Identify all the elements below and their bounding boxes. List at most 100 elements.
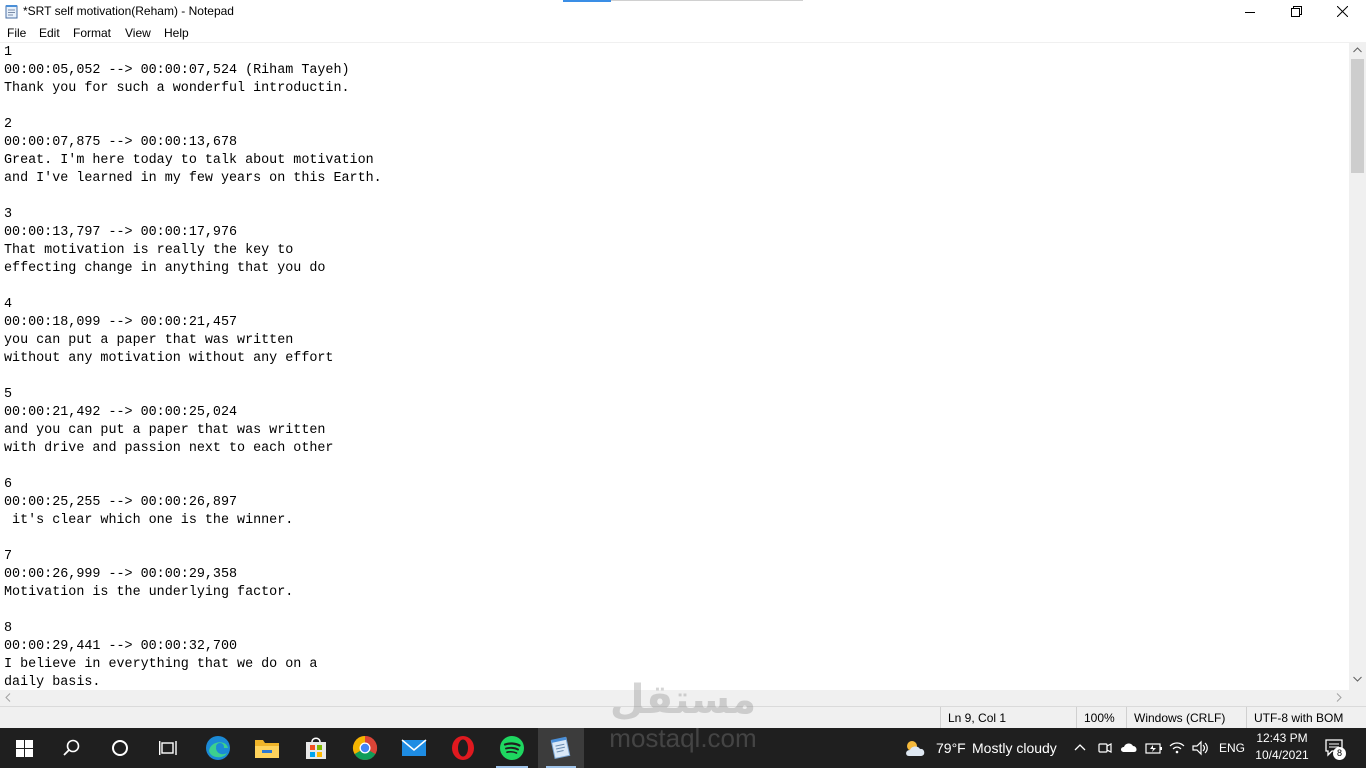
menu-edit[interactable]: Edit — [39, 23, 60, 40]
onedrive-icon[interactable] — [1120, 741, 1138, 753]
editor-line[interactable]: daily basis. — [4, 674, 382, 690]
meet-now-icon[interactable] — [1098, 740, 1112, 756]
scroll-left-arrow-icon[interactable] — [5, 693, 11, 702]
editor-line[interactable]: 00:00:18,099 --> 00:00:21,457 — [4, 314, 382, 332]
vertical-scrollbar[interactable] — [1349, 42, 1366, 690]
taskbar-edge[interactable] — [194, 728, 242, 768]
editor-content[interactable]: 1 00:00:05,052 --> 00:00:07,524 (Riham Ta… — [4, 44, 382, 690]
editor-line[interactable]: 00:00:21,492 --> 00:00:25,024 — [4, 404, 382, 422]
editor-line[interactable]: 3 — [4, 206, 382, 224]
editor-line[interactable]: it's clear which one is the winner. — [4, 512, 382, 530]
weather-cloudy-icon[interactable] — [903, 738, 927, 758]
editor-line[interactable]: 00:00:25,255 --> 00:00:26,897 — [4, 494, 382, 512]
menu-file[interactable]: File — [7, 23, 26, 40]
taskbar-store[interactable] — [292, 728, 340, 768]
editor-line[interactable] — [4, 602, 382, 620]
menu-format[interactable]: Format — [73, 23, 111, 40]
editor-line[interactable] — [4, 188, 382, 206]
scroll-up-arrow-icon[interactable] — [1353, 47, 1362, 53]
scroll-down-arrow-icon[interactable] — [1353, 676, 1362, 682]
notification-count-badge: 8 — [1333, 747, 1346, 760]
clock[interactable]: 12:43 PM 10/4/2021 — [1252, 730, 1312, 764]
taskbar-chrome[interactable] — [341, 728, 389, 768]
task-view-icon — [159, 741, 177, 755]
battery-charging-icon[interactable] — [1145, 740, 1163, 756]
chrome-icon — [352, 736, 378, 761]
editor-line[interactable]: effecting change in anything that you do — [4, 260, 382, 278]
taskbar-mail[interactable] — [390, 728, 438, 768]
edge-icon — [206, 736, 230, 760]
editor-line[interactable]: Great. I'm here today to talk about moti… — [4, 152, 382, 170]
editor-line[interactable]: 7 — [4, 548, 382, 566]
editor-line[interactable]: 00:00:13,797 --> 00:00:17,976 — [4, 224, 382, 242]
wifi-icon[interactable] — [1169, 740, 1185, 754]
search-button[interactable] — [48, 728, 96, 768]
start-button[interactable] — [0, 728, 48, 768]
taskbar-notepad[interactable] — [538, 728, 584, 768]
search-icon — [63, 739, 80, 756]
volume-icon[interactable] — [1192, 740, 1210, 756]
editor-line[interactable] — [4, 458, 382, 476]
window-title: *SRT self motivation(Reham) - Notepad — [23, 4, 234, 18]
editor-line[interactable]: 00:00:05,052 --> 00:00:07,524 (Riham Tay… — [4, 62, 382, 80]
editor-line[interactable]: you can put a paper that was written — [4, 332, 382, 350]
cortana-icon — [112, 740, 128, 756]
horizontal-scrollbar[interactable] — [0, 690, 1349, 706]
action-center-button[interactable]: 8 — [1318, 736, 1352, 762]
title-bar[interactable]: *SRT self motivation(Reham) - Notepad — [0, 0, 1366, 23]
start-icon — [15, 739, 33, 757]
scrollbar-corner — [1349, 690, 1366, 706]
editor-line[interactable]: without any motivation without any effor… — [4, 350, 382, 368]
weather-description[interactable]: Mostly cloudy — [972, 740, 1057, 756]
editor-line[interactable]: Motivation is the underlying factor. — [4, 584, 382, 602]
chevron-up-icon[interactable] — [1074, 743, 1086, 751]
weather-temperature[interactable]: 79°F — [936, 740, 966, 756]
editor-line[interactable]: 8 — [4, 620, 382, 638]
maximize-button[interactable] — [1273, 0, 1319, 23]
input-language[interactable]: ENG — [1219, 741, 1245, 755]
menu-bar: File Edit Format View Help — [0, 23, 1366, 42]
editor-line[interactable]: 00:00:07,875 --> 00:00:13,678 — [4, 134, 382, 152]
editor-line[interactable]: 4 — [4, 296, 382, 314]
close-icon — [1336, 6, 1348, 17]
editor-line[interactable] — [4, 98, 382, 116]
vertical-scroll-thumb[interactable] — [1351, 59, 1364, 173]
title-divider — [611, 0, 803, 1]
mail-icon — [401, 739, 427, 756]
taskbar-opera[interactable] — [439, 728, 487, 768]
editor-line[interactable]: 6 — [4, 476, 382, 494]
status-zoom: 100% — [1076, 707, 1126, 728]
editor-line[interactable]: and you can put a paper that was written — [4, 422, 382, 440]
editor-line[interactable] — [4, 278, 382, 296]
menu-view[interactable]: View — [125, 23, 151, 40]
minimize-button[interactable] — [1227, 0, 1273, 23]
spotify-icon — [500, 736, 524, 760]
scroll-right-arrow-icon[interactable] — [1336, 693, 1342, 702]
editor-line[interactable]: 1 — [4, 44, 382, 62]
taskbar: 79°F Mostly cloudy ENG 12:43 PM 10/4/202… — [0, 728, 1366, 768]
task-view-button[interactable] — [144, 728, 192, 768]
menu-help[interactable]: Help — [164, 23, 189, 40]
editor-line[interactable] — [4, 530, 382, 548]
editor-line[interactable]: I believe in everything that we do on a — [4, 656, 382, 674]
clock-time: 12:43 PM — [1256, 731, 1308, 745]
status-bar: Ln 9, Col 1 100% Windows (CRLF) UTF-8 wi… — [0, 706, 1366, 728]
editor-line[interactable]: Thank you for such a wonderful introduct… — [4, 80, 382, 98]
text-editor[interactable]: 1 00:00:05,052 --> 00:00:07,524 (Riham Ta… — [0, 42, 1349, 690]
status-cursor-position: Ln 9, Col 1 — [940, 707, 1074, 728]
editor-line[interactable]: 00:00:29,441 --> 00:00:32,700 — [4, 638, 382, 656]
editor-line[interactable]: with drive and passion next to each othe… — [4, 440, 382, 458]
taskbar-spotify[interactable] — [488, 728, 536, 768]
cortana-button[interactable] — [96, 728, 144, 768]
editor-line[interactable] — [4, 368, 382, 386]
taskbar-file-explorer[interactable] — [243, 728, 291, 768]
editor-line[interactable]: 5 — [4, 386, 382, 404]
editor-line[interactable]: 00:00:26,999 --> 00:00:29,358 — [4, 566, 382, 584]
clock-date: 10/4/2021 — [1255, 748, 1309, 762]
editor-line[interactable]: That motivation is really the key to — [4, 242, 382, 260]
editor-line[interactable]: 2 — [4, 116, 382, 134]
opera-icon — [452, 736, 474, 760]
editor-line[interactable]: and I've learned in my few years on this… — [4, 170, 382, 188]
close-button[interactable] — [1319, 0, 1365, 23]
notepad-icon — [550, 736, 571, 760]
